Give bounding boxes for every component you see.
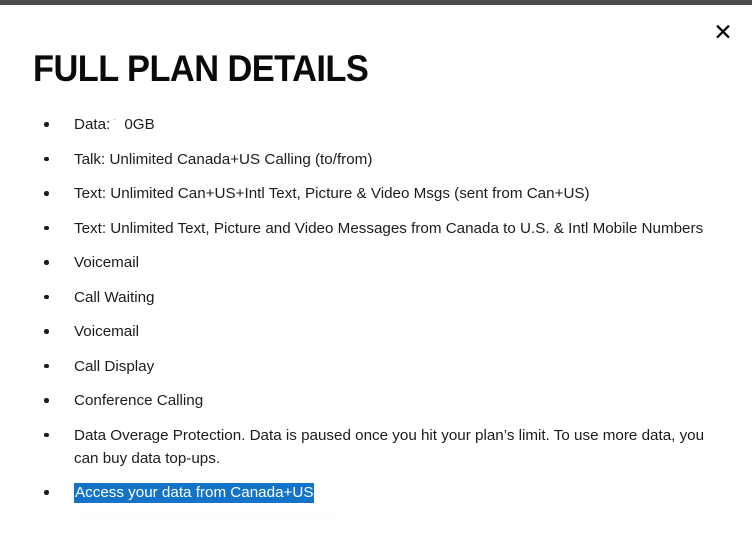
list-item: Talk: Unlimited Canada+US Calling (to/fr… — [33, 148, 723, 171]
bullet-icon — [44, 191, 49, 196]
bullet-icon — [44, 294, 49, 299]
list-item-label: Call Waiting — [74, 288, 155, 306]
list-item-label: Data: — [74, 116, 111, 133]
bullet-icon — [44, 225, 49, 230]
list-item: Text: Unlimited Text, Picture and Video … — [33, 217, 723, 240]
list-item-label: Talk: Unlimited Canada+US Calling (to/fr… — [74, 150, 373, 168]
bullet-icon — [44, 432, 49, 437]
list-item-label: Conference Calling — [74, 392, 204, 409]
selected-text[interactable]: Access your data from Canada+US — [74, 483, 315, 503]
list-item-label: Data Overage Protection. Data is paused … — [74, 426, 705, 467]
page-title: FULL PLAN DETAILS — [33, 48, 369, 89]
list-item-value: 0GB — [124, 116, 155, 133]
list-item: Data Overage Protection. Data is paused … — [33, 424, 723, 470]
clipped-content-ghost — [74, 508, 339, 520]
list-item: Conference Calling — [33, 389, 723, 412]
full-plan-details-modal: ✕ FULL PLAN DETAILS Data:10GB Talk: Unlim… — [0, 5, 752, 539]
bullet-icon — [44, 260, 49, 265]
list-item-label: Voicemail — [74, 323, 139, 340]
list-item-label: Text: Unlimited Can+US+Intl Text, Pictur… — [74, 185, 590, 202]
bullet-icon — [44, 156, 49, 161]
list-item: Text: Unlimited Can+US+Intl Text, Pictur… — [33, 182, 723, 205]
list-item: Voicemail — [33, 251, 723, 274]
list-item: Data:10GB — [33, 113, 723, 136]
close-icon[interactable]: ✕ — [706, 15, 740, 49]
list-item-label: Call Display — [74, 357, 155, 375]
list-item: Access your data from Canada+US — [33, 481, 723, 504]
list-item-label: Text: Unlimited Text, Picture and Video … — [74, 219, 704, 237]
bullet-icon — [44, 363, 49, 368]
list-item: Call Waiting — [33, 286, 723, 309]
bullet-icon — [44, 329, 49, 334]
bullet-icon — [44, 122, 49, 127]
plan-feature-list: Data:10GB Talk: Unlimited Canada+US Calli… — [33, 113, 723, 516]
bullet-icon — [44, 490, 49, 495]
list-item-label: Voicemail — [74, 254, 139, 271]
bullet-icon — [44, 398, 49, 403]
list-item: Voicemail — [33, 320, 723, 343]
clipped-digit-glyph: 1 — [110, 113, 124, 120]
list-item: Call Display — [33, 355, 723, 378]
